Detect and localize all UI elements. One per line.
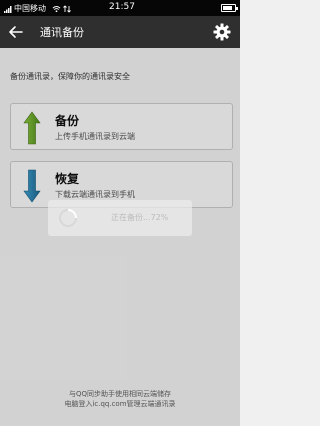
carrier-group: 中国移动 — [4, 3, 71, 14]
progress-text: 正在备份...72% — [111, 213, 169, 222]
spinner-icon — [59, 209, 77, 227]
footer-line-2: 电脑登入ic.qq.com管理云端通讯录 — [64, 400, 176, 408]
footer-line-1: 与QQ同步助手使用相同云端储存 — [68, 390, 172, 398]
dim-overlay — [0, 48, 240, 426]
progress-dialog: 正在备份...72% — [48, 200, 192, 236]
status-time: 21:57 — [109, 2, 135, 12]
carrier-label: 中国移动 — [14, 4, 46, 13]
back-arrow-icon[interactable] — [7, 23, 25, 41]
data-transfer-icon — [63, 4, 71, 13]
gear-icon[interactable] — [213, 23, 231, 41]
page-title: 通讯备份 — [40, 26, 84, 39]
action-bar: 通讯备份 — [0, 16, 240, 48]
wifi-icon — [52, 5, 61, 12]
status-bar: 中国移动 21:57 — [0, 0, 240, 16]
battery-icon — [221, 4, 238, 12]
signal-icon — [4, 5, 12, 13]
